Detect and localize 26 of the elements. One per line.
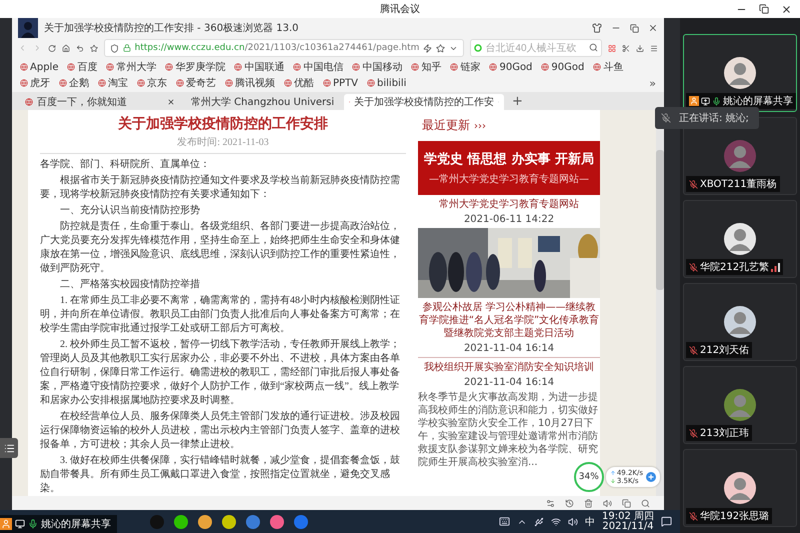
banner-subtitle: —常州大学党史学习教育专题网站— xyxy=(429,172,589,186)
participant-name: 华院212孔艺繁 xyxy=(700,260,770,274)
news-date: 2021-06-11 14:22 xyxy=(462,214,556,225)
app-title: 腾讯会议 xyxy=(380,2,420,16)
article-paragraph: 防控就是责任，生命重于泰山。各级党组织、各部门要进一步提高政治站位，广大党员要充分发挥先锋模范作用，坚持生命至上，始终把师生生命安全和身体健康放在第一位，增强风险意识、底线思维，深刻认识到防控工作的重要性紧迫性，做到严防死守。 xyxy=(40,220,401,276)
news-date: 2021-11-04 16:14 xyxy=(462,343,556,354)
article-paragraph: 1. 在常师生员工非必要不离常，确需离常的，需持有48小时内核酸检测阴性证明，并向所在单位请假。教职员工由部门负责人批准后向人事处备案方可离常；在校学生需由学院审批通过报学工处或研工部后方可离校。 xyxy=(40,294,401,336)
article-paragraph: 各学院、部门、科研院所、直属单位： xyxy=(40,158,211,172)
participant-name: 姚沁的屏幕共享 xyxy=(723,94,793,108)
article-date: 发布时间: 2021-11-03 xyxy=(40,133,406,154)
article-title: 关于加强学校疫情防控的工作安排 xyxy=(116,115,329,133)
participant-name: XBOT211董雨杨 xyxy=(700,178,777,191)
banner-title: 学党史 悟思想 办实事 开新局 xyxy=(424,150,594,168)
participant-name: 华院192张思璐 xyxy=(700,510,770,523)
article-paragraph: 一、充分认识当前疫情防控形势 xyxy=(59,204,201,218)
article-paragraph: 根据省市关于新冠肺炎疫情防控通知文件要求及学校当前新冠肺炎疫情防控需要，现将学校新冠肺炎疫情防控有关要求通知如下： xyxy=(40,174,401,202)
article-paragraph: 3. 做好在校师生供餐保障，实行错峰错时就餐，减少堂食，提倡套餐盒饭，鼓励自带餐具。所有师生员工佩戴口罩进入食堂，按照指定位置就坐，避免交叉感染。 xyxy=(40,454,401,496)
news-heading: 最近更新 xyxy=(422,117,470,134)
news-date: 2021-11-04 16:14 xyxy=(462,377,556,388)
participant-name: 213刘正玮 xyxy=(700,426,750,440)
window-title: 关于加强学校疫情防控的工作安排 - 360极速浏览器 13.0 xyxy=(44,22,300,35)
share-label-text: 姚沁的屏幕共享 xyxy=(41,518,111,531)
article-paragraph: 在校经营单位人员、服务保障类人员凭主管部门发放的通行证进校。涉及校园运行保障物资运输的校外人员进校，需出示校内主管部门负责人签字、盖章的进校报备单，方可进校；其余人员一律禁止进校。 xyxy=(40,410,401,452)
article-paragraph: 二、严格落实校园疫情防控举措 xyxy=(59,278,201,292)
article-paragraph: 2. 校外师生员工暂不返校，暂停一切线下教学活动，专任教师开展线上教学；管理岗人员及其他教职工实行居家办公，非必要不外出、不进校，具体方案由各单位自行研制，保障日常工作运行。确需进校的教职工，需经部门审批后报人事处备案，严格遵守疫情防控要求，做好个人防护工作，做到“家校两点一线”。线上教学和居家办公安排根据属地防控要求及时调整。 xyxy=(40,338,401,408)
participant-name: 212刘天佑 xyxy=(700,344,750,357)
